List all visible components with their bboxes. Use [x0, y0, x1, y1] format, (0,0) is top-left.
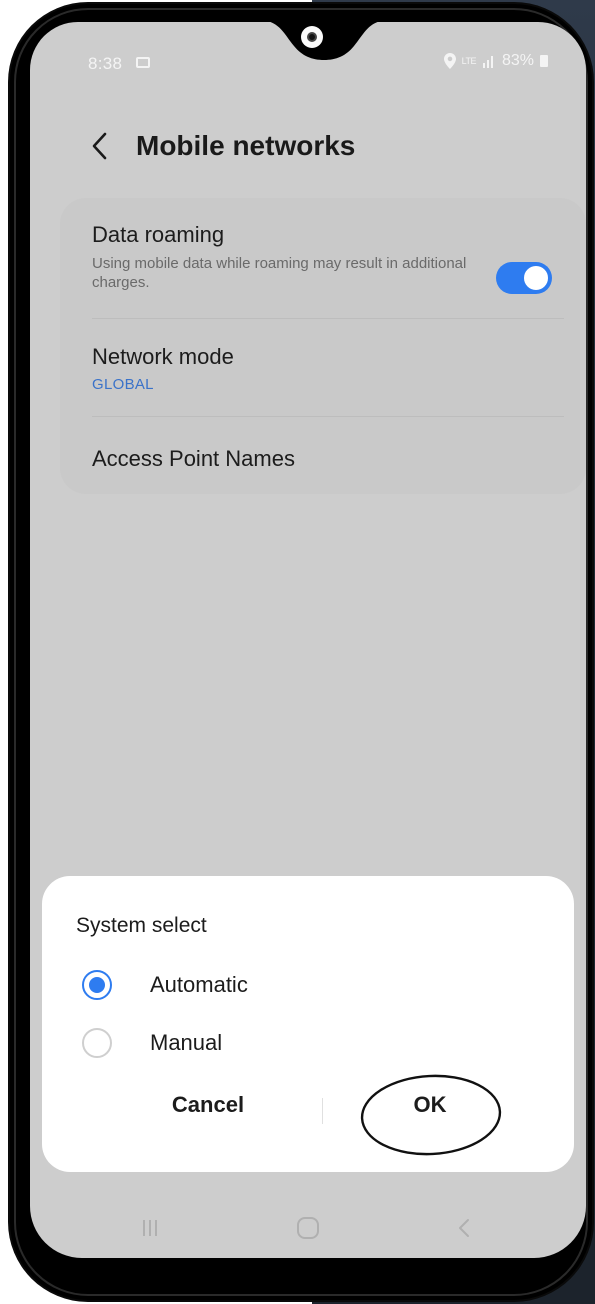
battery-icon — [540, 55, 548, 67]
button-divider — [322, 1098, 323, 1124]
option-label: Automatic — [150, 972, 248, 997]
status-time: 8:38 — [88, 54, 123, 73]
data-roaming-toggle[interactable] — [496, 262, 552, 294]
home-icon[interactable] — [288, 1210, 328, 1246]
ok-button[interactable]: OK — [350, 1092, 510, 1118]
radio-selected-icon[interactable] — [82, 970, 112, 1000]
cancel-button[interactable]: Cancel — [128, 1092, 288, 1118]
screen: 8:38 LTE 83% Mobile networks Data roamin… — [30, 22, 586, 1258]
network-mode-value: GLOBAL — [92, 376, 154, 393]
access-point-names-title: Access Point Names — [92, 446, 295, 471]
data-roaming-description: Using mobile data while roaming may resu… — [92, 255, 467, 291]
data-roaming-row[interactable]: Data roaming Using mobile data while roa… — [92, 222, 562, 294]
chevron-left-icon[interactable] — [90, 130, 112, 162]
network-mode-row[interactable]: Network mode GLOBAL — [92, 344, 562, 393]
option-manual[interactable]: Manual — [82, 1028, 222, 1058]
system-select-dialog: System select Automatic Manual Cancel OK — [42, 876, 574, 1172]
status-icons: LTE 83% — [443, 52, 548, 70]
data-roaming-title: Data roaming — [92, 222, 225, 247]
page-title: Mobile networks — [136, 130, 356, 161]
notch — [262, 20, 386, 60]
page: 8:38 LTE 83% Mobile networks Data roamin… — [0, 0, 595, 1304]
settings-card: Data roaming Using mobile data while roa… — [60, 198, 586, 494]
option-automatic[interactable]: Automatic — [82, 970, 248, 1000]
dialog-title: System select — [76, 914, 207, 937]
network-mode-title: Network mode — [92, 344, 234, 369]
option-label: Manual — [150, 1030, 223, 1055]
divider — [92, 416, 564, 417]
signal-icon — [482, 56, 493, 68]
navigation-bar — [30, 1198, 586, 1258]
recent-apps-icon[interactable] — [130, 1210, 170, 1246]
location-icon — [443, 53, 456, 69]
network-type-icon: LTE — [461, 56, 477, 66]
gallery-notification-icon — [136, 57, 150, 68]
nav-back-icon[interactable] — [444, 1210, 484, 1246]
divider — [92, 318, 564, 319]
battery-percent: 83% — [501, 52, 534, 69]
app-bar: Mobile networks — [90, 130, 355, 162]
access-point-names-row[interactable]: Access Point Names — [92, 446, 562, 472]
toggle-knob — [522, 264, 550, 292]
radio-unselected-icon[interactable] — [82, 1028, 112, 1058]
front-camera-icon — [301, 26, 323, 48]
